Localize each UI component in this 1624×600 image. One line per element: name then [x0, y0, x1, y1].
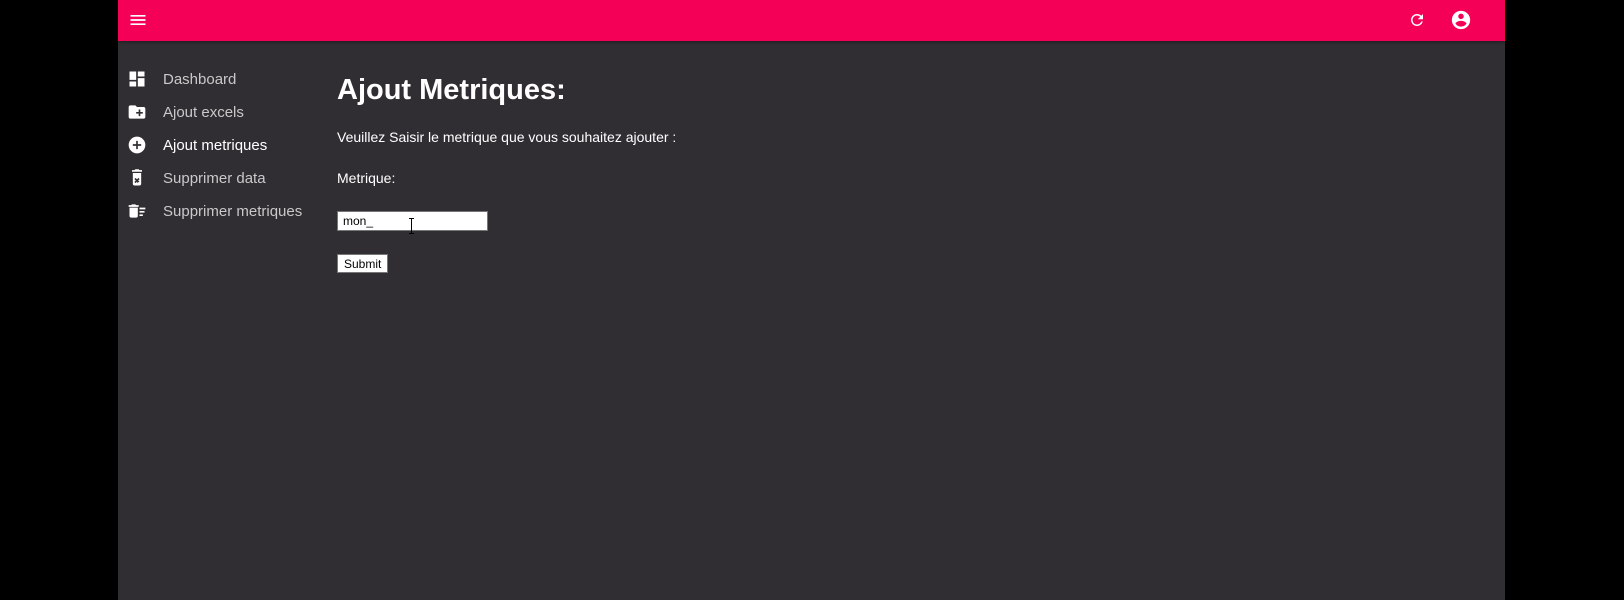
submit-button[interactable]: Submit: [337, 254, 389, 273]
sidebar-item-label: Supprimer metriques: [163, 203, 303, 220]
refresh-button[interactable]: [1405, 8, 1429, 32]
metric-label: Metrique:: [337, 170, 396, 186]
sidebar-item-label: Ajout metriques: [163, 137, 268, 154]
sidebar-item-label: Dashboard: [163, 71, 237, 88]
account-button[interactable]: [1449, 8, 1473, 32]
sidebar-item-supprimer-metriques[interactable]: Supprimer metriques: [118, 195, 318, 228]
instructions-text: Veuillez Saisir le metrique que vous sou…: [337, 129, 677, 145]
menu-icon: [130, 15, 146, 25]
top-app-bar: [118, 0, 1505, 41]
delete-box-icon: [127, 168, 147, 188]
refresh-icon: [1411, 14, 1423, 26]
sidebar-item-dashboard[interactable]: Dashboard: [118, 63, 318, 96]
app-window: Dashboard Ajout excels Ajout metriques S…: [118, 0, 1505, 600]
menu-button[interactable]: [126, 8, 150, 32]
delete-sweep-icon: [127, 201, 147, 221]
add-circle-icon: [127, 135, 147, 155]
account-circle-icon: [1451, 10, 1471, 30]
folder-add-icon: [127, 102, 147, 122]
dashboard-icon: [127, 69, 147, 89]
sidebar-item-label: Supprimer data: [163, 170, 266, 187]
sidebar-item-supprimer-data[interactable]: Supprimer data: [118, 162, 318, 195]
sidebar-item-ajout-metriques[interactable]: Ajout metriques: [118, 129, 318, 162]
main-content: Ajout Metriques: Veuillez Saisir le metr…: [337, 70, 676, 273]
sidebar-nav: Dashboard Ajout excels Ajout metriques S…: [118, 63, 318, 228]
page-title: Ajout Metriques:: [337, 74, 566, 106]
sidebar-item-label: Ajout excels: [163, 104, 244, 121]
text-cursor-icon: [409, 218, 414, 234]
sidebar-item-ajout-excels[interactable]: Ajout excels: [118, 96, 318, 129]
